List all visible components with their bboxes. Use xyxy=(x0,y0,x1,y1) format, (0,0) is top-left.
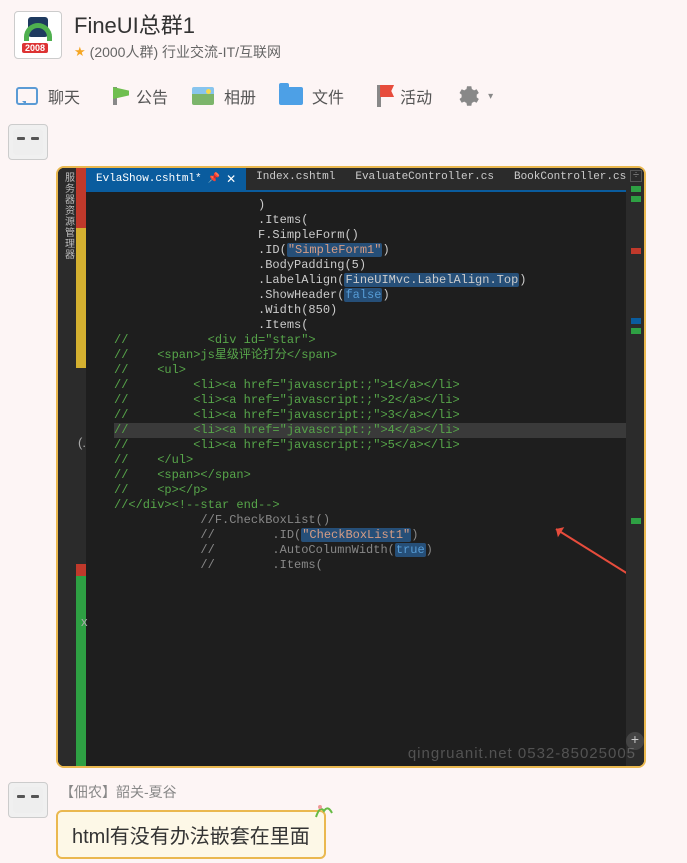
sender-name: 【佃农】韶关-夏谷 xyxy=(60,782,679,802)
group-title: FineUI总群1 xyxy=(74,8,673,40)
close-icon[interactable]: ✕ xyxy=(226,172,236,187)
editor-tab[interactable]: EvaluateController.cs xyxy=(345,168,504,190)
code-content[interactable]: ) .Items( F.SimpleForm() .ID("SimpleForm… xyxy=(86,192,626,579)
message-bubble-text: html有没有办法嵌套在里面 xyxy=(56,810,326,859)
avatar[interactable] xyxy=(8,124,48,160)
add-icon[interactable]: + xyxy=(626,732,644,750)
announce-icon xyxy=(102,83,128,109)
group-avatar[interactable]: 2008 xyxy=(14,11,62,59)
editor-side-panel: 服务器资源管理器 xyxy=(58,168,76,766)
photo-icon xyxy=(190,83,216,109)
group-subtitle: (2000人群) 行业交流-IT/互联网 xyxy=(90,42,281,62)
editor-scrollmap[interactable]: ÷ + xyxy=(626,168,644,766)
truncated-sidebar-text: (. xyxy=(78,435,86,450)
logo-year: 2008 xyxy=(22,43,48,53)
chat-icon xyxy=(14,83,40,109)
flag-icon xyxy=(366,83,392,109)
message-text: html有没有办法嵌套在里面 xyxy=(72,826,310,848)
editor-tab-label: EvlaShow.cshtml* xyxy=(96,173,202,185)
tab-file-label: 文件 xyxy=(312,84,344,108)
settings-button[interactable]: ▾ xyxy=(454,83,493,109)
pin-icon[interactable]: 📌 xyxy=(208,173,220,185)
split-icon[interactable]: ÷ xyxy=(630,170,642,182)
editor-tab[interactable]: BookController.cs xyxy=(504,168,626,190)
star-icon: ★ xyxy=(74,44,86,60)
bubble-decoration-icon xyxy=(314,802,334,818)
tab-photo[interactable]: 相册 xyxy=(190,83,256,109)
tab-chat[interactable]: 聊天 xyxy=(14,83,80,109)
tab-chat-label: 聊天 xyxy=(48,84,80,108)
tab-announce-label: 公告 xyxy=(136,84,168,108)
avatar[interactable] xyxy=(8,782,48,818)
tab-photo-label: 相册 xyxy=(224,84,256,108)
tab-announce[interactable]: 公告 xyxy=(102,83,168,109)
tab-activity[interactable]: 活动 xyxy=(366,83,432,109)
truncated-sidebar-x: x xyxy=(81,614,88,629)
editor-tab-active[interactable]: EvlaShow.cshtml* 📌 ✕ xyxy=(86,168,246,190)
message-bubble-code: 服务器资源管理器 EvlaShow.cshtml* 📌 ✕ Index.csht… xyxy=(56,166,646,768)
chevron-down-icon: ▾ xyxy=(488,91,493,102)
gear-icon xyxy=(454,83,480,109)
tab-file[interactable]: 文件 xyxy=(278,83,344,109)
folder-icon xyxy=(278,83,304,109)
editor-change-margin xyxy=(76,168,86,766)
editor-tab[interactable]: Index.cshtml xyxy=(246,168,345,190)
code-editor-screenshot: 服务器资源管理器 EvlaShow.cshtml* 📌 ✕ Index.csht… xyxy=(58,168,644,766)
tab-activity-label: 活动 xyxy=(400,84,432,108)
